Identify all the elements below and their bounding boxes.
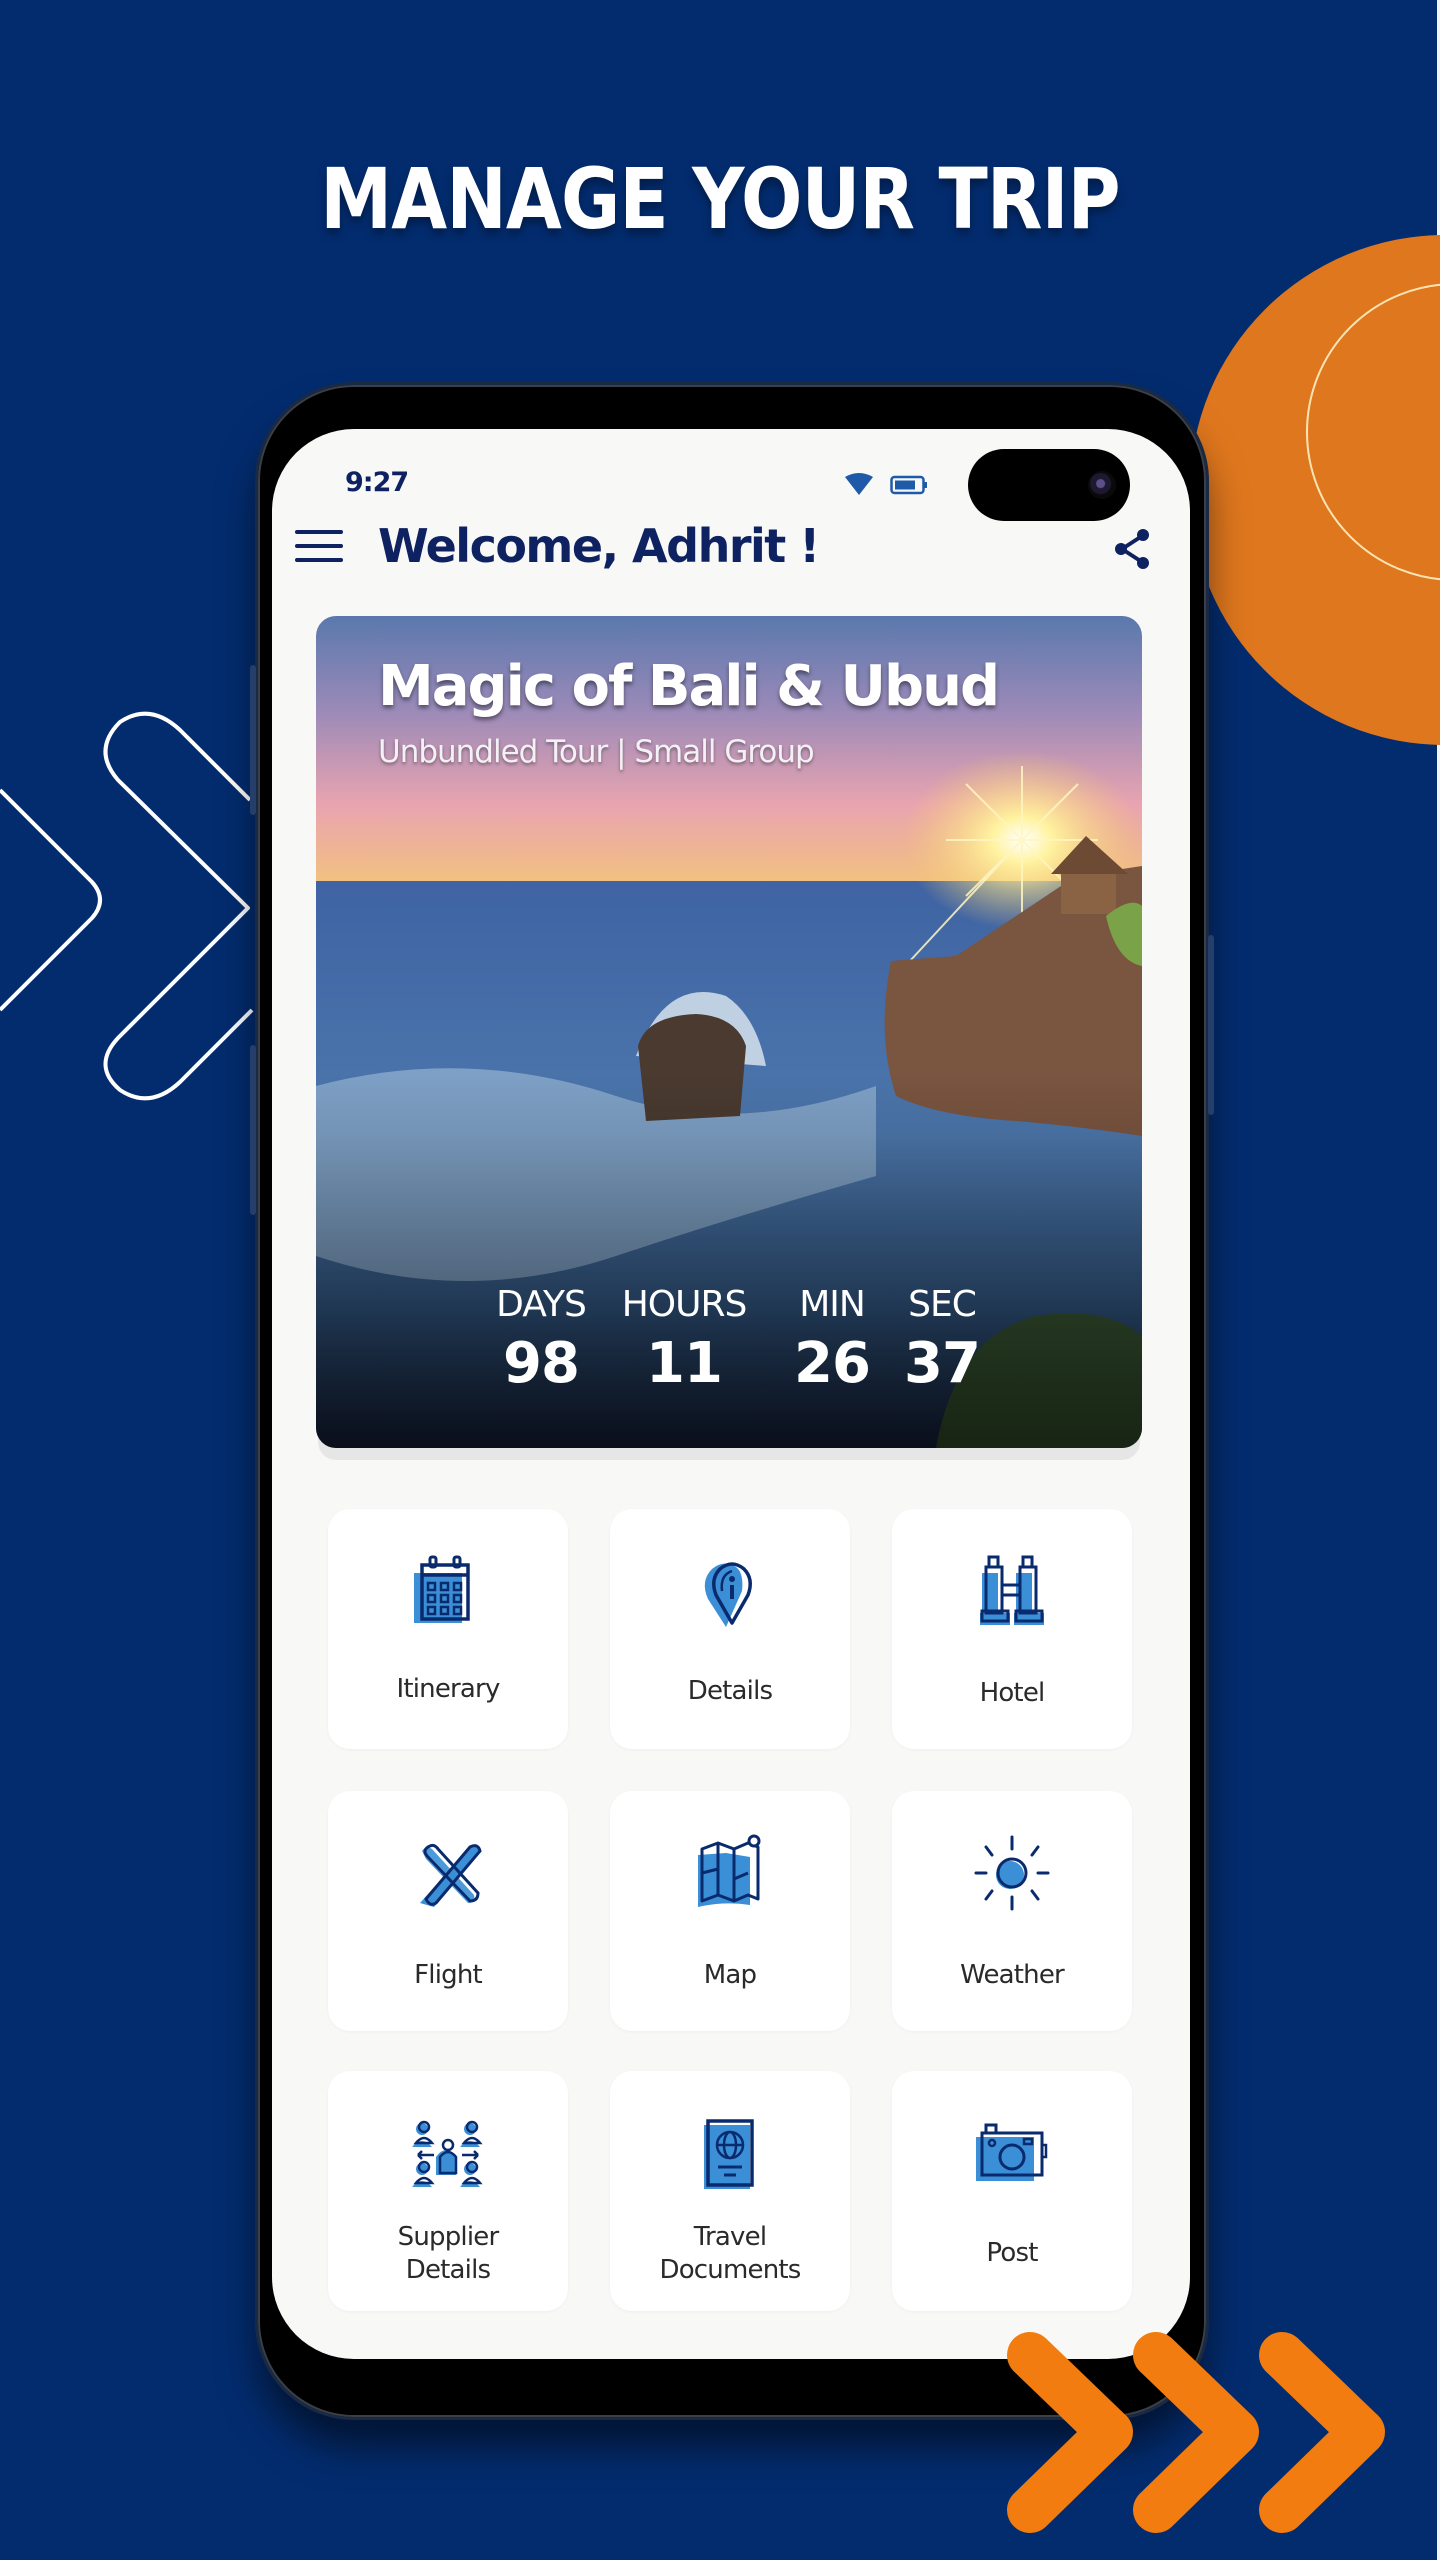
tile-hotel[interactable]: Hotel <box>892 1509 1132 1749</box>
tile-travel-documents[interactable]: Travel Documents <box>610 2071 850 2311</box>
airplane-icon <box>420 1843 482 1907</box>
tile-map[interactable]: Map <box>610 1791 850 2031</box>
camera-lens <box>1088 471 1116 499</box>
share-icon[interactable] <box>1110 526 1156 572</box>
battery-icon <box>890 475 927 495</box>
countdown-hours: HOURS 11 <box>614 1284 754 1396</box>
camera-cutout <box>968 449 1130 521</box>
page-headline: MANAGE YOUR TRIP <box>320 150 1120 248</box>
app-screen: 9:27 Welcome, Adhrit ! Magic of Bali & U… <box>272 429 1190 2359</box>
phone-side-button <box>250 1045 256 1215</box>
countdown-value: 11 <box>646 1331 723 1396</box>
orange-chevrons-decoration <box>1007 2332 1385 2533</box>
tile-label: Travel Documents <box>610 2221 850 2287</box>
hamburger-line <box>295 558 343 562</box>
hamburger-line <box>295 530 343 534</box>
tile-label: Supplier Details <box>328 2221 568 2287</box>
orange-circle-decoration <box>1190 235 1440 745</box>
countdown-label: DAYS <box>496 1284 587 1325</box>
tile-label-line: Documents <box>659 2255 801 2285</box>
hamburger-line <box>295 544 343 548</box>
wifi-icon <box>845 473 873 495</box>
trip-banner[interactable]: Magic of Bali & Ubud Unbundled Tour | Sm… <box>316 616 1142 1448</box>
tile-label: Flight <box>414 1960 483 1990</box>
hamburger-menu-icon[interactable] <box>295 530 343 564</box>
countdown-label: HOURS <box>621 1284 748 1325</box>
camera-icon <box>976 2123 1048 2181</box>
trip-title: Magic of Bali & Ubud <box>378 654 1000 719</box>
orange-circle-shape <box>1190 235 1440 745</box>
countdown-value: 98 <box>503 1331 580 1396</box>
tile-label-line: Details <box>405 2255 491 2285</box>
tile-details[interactable]: Details <box>610 1509 850 1749</box>
orange-chevron <box>1007 2332 1133 2533</box>
trip-subtitle: Unbundled Tour | Small Group <box>378 734 815 770</box>
countdown-days: DAYS 98 <box>486 1284 596 1396</box>
white-chevrons-decoration <box>0 711 254 1101</box>
welcome-title: Welcome, Adhrit ! <box>378 519 820 573</box>
hotel-building-icon <box>980 1555 1044 1625</box>
orange-chevron <box>1133 2332 1259 2533</box>
phone-side-button <box>1208 935 1214 1115</box>
phone-side-button <box>250 665 256 815</box>
tile-supplier-details[interactable]: Supplier Details <box>328 2071 568 2311</box>
tile-itinerary[interactable]: Itinerary <box>328 1509 568 1749</box>
tile-label-line: Travel <box>693 2222 767 2252</box>
countdown-sec: SEC 37 <box>892 1284 992 1396</box>
tile-label: Weather <box>960 1960 1065 1990</box>
white-chevron-outer <box>0 788 102 1012</box>
status-time: 9:27 <box>345 467 409 498</box>
info-pin-icon <box>704 1562 752 1627</box>
status-icons <box>844 473 928 497</box>
tile-label: Itinerary <box>396 1674 500 1704</box>
tile-post[interactable]: Post <box>892 2071 1132 2311</box>
white-chevron-inner <box>103 711 254 1101</box>
supplier-network-icon <box>412 2120 483 2187</box>
orange-chevron <box>1259 2332 1385 2533</box>
tile-label: Post <box>986 2238 1038 2268</box>
calendar-icon <box>414 1555 470 1623</box>
tile-label-line: Supplier <box>397 2222 500 2252</box>
tile-label: Hotel <box>979 1678 1046 1708</box>
countdown-label: MIN <box>799 1284 866 1325</box>
passport-icon <box>704 2119 754 2189</box>
tile-label: Map <box>703 1960 757 1990</box>
tile-flight[interactable]: Flight <box>328 1791 568 2031</box>
countdown-value: 26 <box>794 1331 871 1396</box>
tile-weather[interactable]: Weather <box>892 1791 1132 2031</box>
countdown-value: 37 <box>904 1331 981 1396</box>
phone-frame: 9:27 Welcome, Adhrit ! Magic of Bali & U… <box>250 385 1214 2417</box>
sun-icon <box>974 1835 1050 1911</box>
countdown-min: MIN 26 <box>782 1284 882 1396</box>
map-icon <box>698 1834 761 1907</box>
countdown-label: SEC <box>908 1284 977 1325</box>
tile-label: Details <box>687 1676 773 1706</box>
